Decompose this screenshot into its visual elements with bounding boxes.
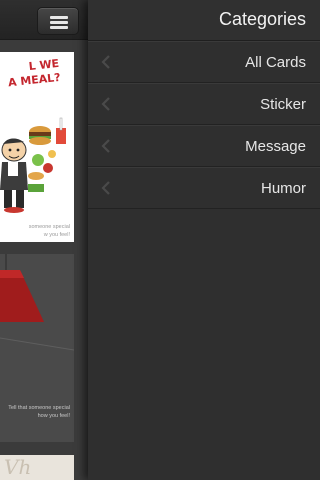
card-thumbnail-lamp[interactable]: Tell that someone special how you feel! bbox=[0, 254, 74, 442]
cartoon-illustration bbox=[0, 117, 66, 213]
chevron-left-icon bbox=[101, 181, 110, 195]
chevron-left-icon bbox=[101, 139, 110, 153]
card-caption-line-1: Tell that someone special bbox=[8, 405, 70, 411]
category-label: Humor bbox=[260, 180, 306, 197]
card-caption-line-1: someone special bbox=[28, 224, 70, 230]
card-caption-line-2: how you feel! bbox=[37, 413, 70, 419]
chevron-left-icon bbox=[101, 97, 110, 111]
category-label: Sticker bbox=[260, 96, 306, 113]
category-item-message[interactable]: Message bbox=[88, 125, 320, 167]
hamburger-menu-icon bbox=[50, 16, 68, 19]
drawer-header: Categories bbox=[88, 0, 320, 41]
card-thumbnail-script[interactable]: Vh bbox=[0, 455, 74, 480]
card-caption: someone special w you feel! bbox=[0, 223, 70, 239]
hamburger-menu-button[interactable] bbox=[37, 7, 79, 35]
card-feed: L WE A MEAL? someone special w you feel!… bbox=[0, 0, 88, 480]
lamp-illustration bbox=[0, 254, 74, 351]
card-script-text: Vh bbox=[4, 455, 32, 479]
card-caption: Tell that someone special how you feel! bbox=[0, 404, 70, 420]
hamburger-menu-icon bbox=[50, 21, 68, 24]
drawer-title: Categories bbox=[218, 9, 306, 29]
feed-top-bar bbox=[0, 0, 88, 40]
card-thumbnail-meal[interactable]: L WE A MEAL? someone special w you feel! bbox=[0, 52, 74, 242]
category-label: All Cards bbox=[245, 54, 306, 71]
category-item-humor[interactable]: Humor bbox=[88, 167, 320, 209]
category-item-all-cards[interactable]: All Cards bbox=[88, 41, 320, 83]
hamburger-menu-icon bbox=[50, 26, 68, 29]
category-label: Message bbox=[245, 138, 306, 155]
category-item-sticker[interactable]: Sticker bbox=[88, 83, 320, 125]
chevron-left-icon bbox=[101, 55, 110, 69]
categories-drawer: Categories All Cards Sticker Message Hum… bbox=[88, 0, 320, 480]
category-list: All Cards Sticker Message Humor bbox=[88, 41, 320, 209]
card-caption-line-2: w you feel! bbox=[43, 232, 70, 238]
